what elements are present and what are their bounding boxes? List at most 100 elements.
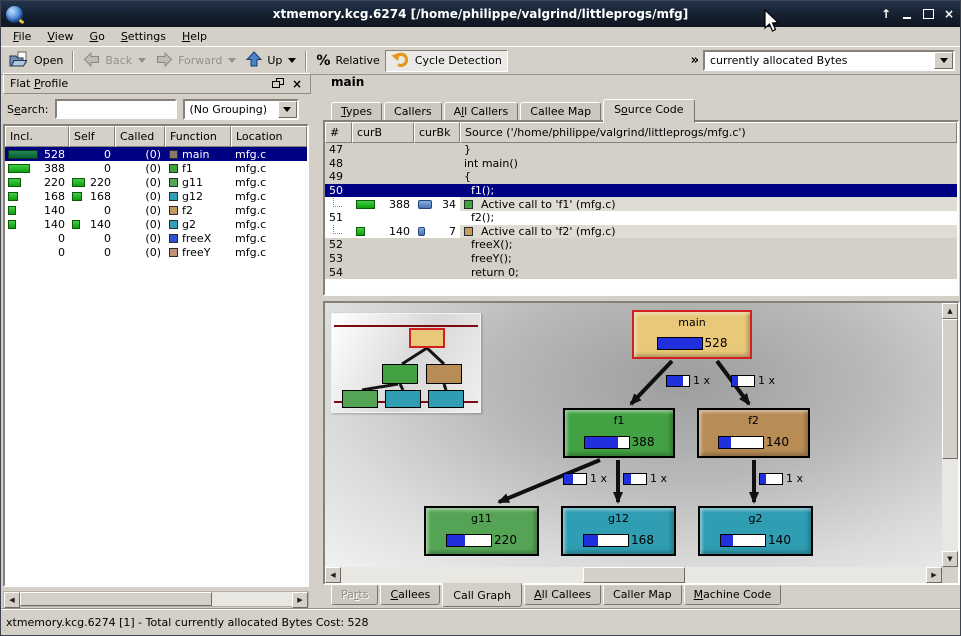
active-call-row[interactable]: 38834Active call to 'f1' (mfg.c) xyxy=(325,197,957,211)
source-line-52[interactable]: 52 freeX(); xyxy=(325,238,957,252)
shade-icon[interactable]: ↑ xyxy=(879,7,893,21)
function-cell: g2 xyxy=(165,217,231,231)
dock-float-icon[interactable] xyxy=(272,78,284,89)
location-cell: mfg.c xyxy=(231,203,307,217)
scroll-left-icon[interactable]: ◀ xyxy=(4,592,20,608)
column-header-incl[interactable]: Incl. xyxy=(5,126,69,147)
tab-callee-map[interactable]: Callee Map xyxy=(520,102,601,122)
cost-bar xyxy=(8,164,30,173)
graph-overview-minimap[interactable] xyxy=(331,313,481,413)
graph-node-g2[interactable]: g2140 xyxy=(698,506,813,556)
function-color-icon xyxy=(464,200,473,209)
column-header-location[interactable]: Location xyxy=(231,126,307,147)
flat-profile-row-g2[interactable]: 140140(0)g2mfg.c xyxy=(5,217,307,231)
horizontal-scrollbar[interactable]: ◀ ▶ xyxy=(325,567,942,583)
menu-help[interactable]: Help xyxy=(174,28,215,46)
scrollbar-thumb[interactable] xyxy=(583,567,685,583)
minimize-icon[interactable] xyxy=(900,7,914,21)
column-header-function[interactable]: Function xyxy=(165,126,231,147)
graph-node-g11[interactable]: g11220 xyxy=(424,506,539,556)
search-input[interactable] xyxy=(55,99,177,119)
graph-node-g12[interactable]: g12168 xyxy=(561,506,676,556)
menu-settings[interactable]: Settings xyxy=(113,28,174,46)
dock-close-icon[interactable]: × xyxy=(292,77,302,91)
function-color-icon xyxy=(169,248,178,257)
forward-button[interactable]: Forward xyxy=(151,50,241,72)
tab-callees[interactable]: Callees xyxy=(380,585,440,605)
up-dropdown-icon[interactable] xyxy=(288,58,296,63)
cost-bar xyxy=(8,178,21,187)
column-header-line[interactable]: # xyxy=(325,122,352,143)
source-text: freeY(); xyxy=(460,252,957,266)
scrollbar-thumb[interactable] xyxy=(20,592,212,606)
tab-callers[interactable]: Callers xyxy=(384,102,442,122)
tab-machine-code[interactable]: Machine Code xyxy=(684,585,782,605)
source-line-49[interactable]: 49{ xyxy=(325,170,957,184)
grouping-combobox[interactable]: (No Grouping) xyxy=(183,99,299,120)
combo-arrow-icon[interactable] xyxy=(934,52,953,69)
menu-view[interactable]: View xyxy=(39,28,81,46)
scrollbar-thumb[interactable] xyxy=(942,319,958,459)
node-cost-value: 388 xyxy=(632,435,655,449)
scroll-left-icon[interactable]: ◀ xyxy=(325,567,341,583)
up-button[interactable]: Up xyxy=(241,50,301,72)
curbk-cell xyxy=(414,252,460,266)
menu-file[interactable]: File xyxy=(5,28,39,46)
node-label: g12 xyxy=(563,512,674,525)
dock-header[interactable]: Flat Profile × xyxy=(3,73,311,94)
scroll-right-icon[interactable]: ▶ xyxy=(292,592,308,608)
column-header-self[interactable]: Self xyxy=(69,126,115,147)
location-cell: mfg.c xyxy=(231,189,307,203)
back-dropdown-icon[interactable] xyxy=(138,58,146,63)
combo-arrow-icon[interactable] xyxy=(278,101,297,118)
flat-profile-row-f2[interactable]: 1400(0)f2mfg.c xyxy=(5,203,307,217)
scroll-up-icon[interactable]: ▲ xyxy=(942,303,958,319)
relative-button[interactable]: % Relative xyxy=(311,50,384,72)
event-type-combobox[interactable]: currently allocated Bytes xyxy=(703,50,955,71)
column-header-source[interactable]: Source ('/home/philippe/valgrind/littlep… xyxy=(460,122,957,143)
column-header-curb[interactable]: curB xyxy=(352,122,414,143)
flat-profile-row-freeY[interactable]: 00(0)freeYmfg.c xyxy=(5,245,307,259)
flat-profile-row-freeX[interactable]: 00(0)freeXmfg.c xyxy=(5,231,307,245)
back-button[interactable]: Back xyxy=(78,50,151,72)
source-line-47[interactable]: 47} xyxy=(325,143,957,157)
curb-bar xyxy=(356,227,365,236)
call-graph-canvas[interactable]: main528f1388f2140g11220g12168g21401 x1 x… xyxy=(325,303,942,567)
cycle-detection-button[interactable]: Cycle Detection xyxy=(385,50,508,72)
graph-node-main[interactable]: main528 xyxy=(632,310,752,359)
tab-call-graph[interactable]: Call Graph xyxy=(442,583,522,607)
scroll-down-icon[interactable]: ▼ xyxy=(942,551,958,567)
tab-source-code[interactable]: Source Code xyxy=(603,99,694,123)
vertical-scrollbar[interactable]: ▲ ▼ xyxy=(942,303,958,567)
source-line-51[interactable]: 51 f2(); xyxy=(325,211,957,225)
scroll-right-icon[interactable]: ▶ xyxy=(926,567,942,583)
horizontal-scrollbar[interactable]: ◀ ▶ xyxy=(3,591,309,607)
source-line-54[interactable]: 54 return 0; xyxy=(325,265,957,279)
source-line-48[interactable]: 48int main() xyxy=(325,157,957,171)
back-label: Back xyxy=(105,54,132,67)
flat-profile-row-f1[interactable]: 3880(0)f1mfg.c xyxy=(5,161,307,175)
tab-all-callees[interactable]: All Callees xyxy=(524,585,601,605)
tab-parts[interactable]: Parts xyxy=(331,585,378,605)
forward-dropdown-icon[interactable] xyxy=(228,58,236,63)
graph-node-f2[interactable]: f2140 xyxy=(697,408,810,458)
flat-profile-row-g12[interactable]: 168168(0)g12mfg.c xyxy=(5,189,307,203)
flat-profile-row-main[interactable]: 5280(0)mainmfg.c xyxy=(5,147,307,161)
tab-caller-map[interactable]: Caller Map xyxy=(603,585,682,605)
column-header-called[interactable]: Called xyxy=(115,126,165,147)
tab-all-callers[interactable]: All Callers xyxy=(444,102,519,122)
source-line-50[interactable]: 50 f1(); xyxy=(325,184,957,198)
cost-bar xyxy=(8,192,18,201)
toolbar-overflow-icon[interactable]: » xyxy=(691,53,699,68)
menu-go[interactable]: Go xyxy=(82,28,113,46)
open-button[interactable]: Open xyxy=(4,50,68,72)
title-bar[interactable]: xtmemory.kcg.6274 [/home/philippe/valgri… xyxy=(1,1,960,27)
tab-types[interactable]: Types xyxy=(331,102,382,122)
maximize-icon[interactable] xyxy=(921,7,935,21)
graph-node-f1[interactable]: f1388 xyxy=(563,408,675,458)
flat-profile-row-g11[interactable]: 220220(0)g11mfg.c xyxy=(5,175,307,189)
active-call-row[interactable]: 1407Active call to 'f2' (mfg.c) xyxy=(325,225,957,239)
source-line-53[interactable]: 53 freeY(); xyxy=(325,252,957,266)
close-icon[interactable]: × xyxy=(942,7,956,21)
column-header-curbk[interactable]: curBk xyxy=(414,122,460,143)
